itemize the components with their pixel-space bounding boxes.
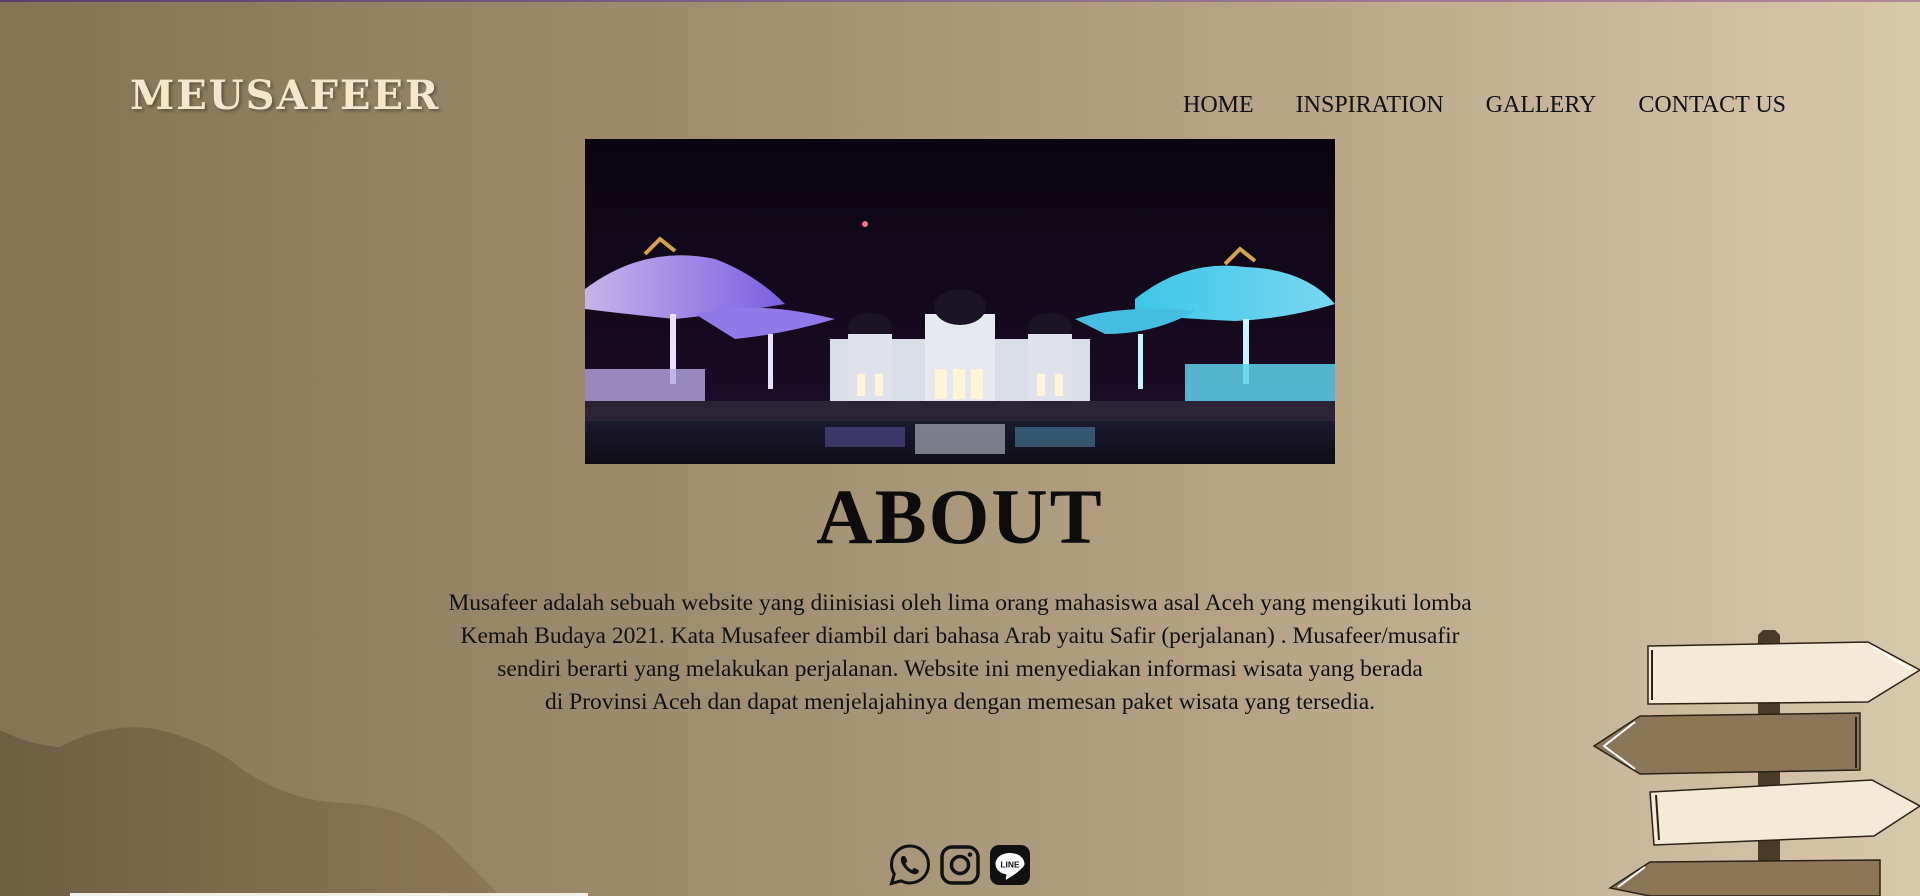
decorative-wave bbox=[0, 727, 500, 896]
whatsapp-icon[interactable] bbox=[888, 843, 932, 887]
social-links: LINE bbox=[888, 843, 1032, 887]
line-icon-label: LINE bbox=[1000, 860, 1020, 870]
nav-home[interactable]: HOME bbox=[1183, 92, 1254, 119]
about-paragraph: Musafeer adalah sebuah website yang diin… bbox=[360, 587, 1560, 719]
main-nav: HOME INSPIRATION GALLERY CONTACT US bbox=[1183, 92, 1786, 119]
signpost-illustration bbox=[1592, 630, 1920, 896]
brand-logo[interactable]: MEUSAFEER bbox=[130, 72, 440, 119]
about-line: Kemah Budaya 2021. Kata Musafeer diambil… bbox=[460, 623, 1460, 649]
top-border bbox=[0, 0, 1920, 2]
nav-inspiration[interactable]: INSPIRATION bbox=[1296, 92, 1444, 119]
line-icon[interactable]: LINE bbox=[988, 843, 1032, 887]
nav-gallery[interactable]: GALLERY bbox=[1486, 92, 1597, 119]
hero-mosque-photo bbox=[585, 139, 1335, 464]
about-line: sendiri berarti yang melakukan perjalana… bbox=[497, 656, 1423, 682]
about-heading: ABOUT bbox=[816, 473, 1104, 560]
nav-contact-us[interactable]: CONTACT US bbox=[1638, 92, 1786, 119]
about-line: di Provinsi Aceh dan dapat menjelajahiny… bbox=[544, 689, 1376, 715]
about-line: Musafeer adalah sebuah website yang diin… bbox=[448, 590, 1472, 616]
instagram-icon[interactable] bbox=[938, 843, 982, 887]
